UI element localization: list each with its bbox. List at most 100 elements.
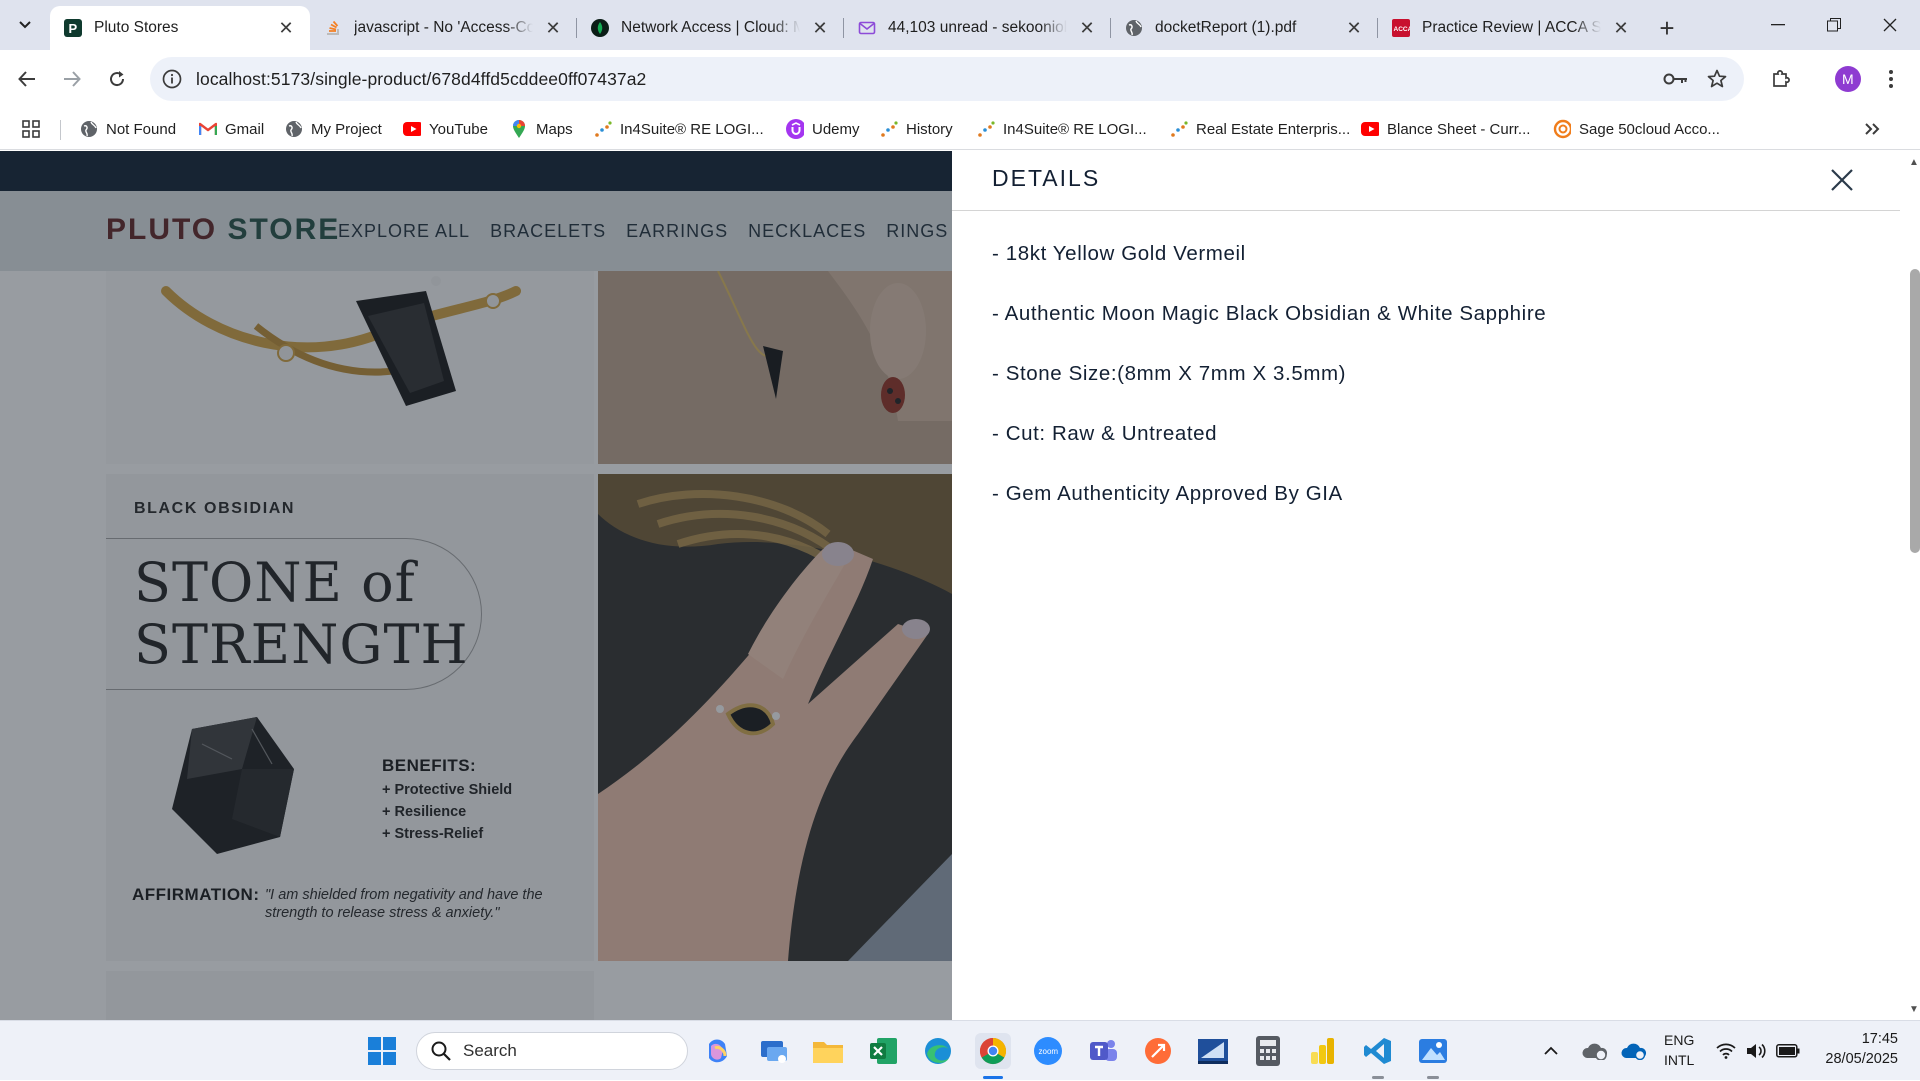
bookmark-item[interactable]: Blance Sheet - Curr... [1361,118,1530,140]
bookmark-item[interactable]: YouTube [403,118,488,140]
globe-icon [80,120,98,138]
tab-acca[interactable]: ACCA Practice Review | ACCA Stu ✕ [1378,6,1645,50]
bookmark-item[interactable]: In4Suite® RE LOGI... [977,118,1147,140]
bookmark-item[interactable]: Gmail [199,118,264,140]
tab-pluto-stores[interactable]: P Pluto Stores ✕ [50,6,310,50]
close-tab-icon[interactable]: ✕ [1611,18,1631,38]
scroll-down-arrow-icon[interactable]: ▼ [1907,1002,1920,1016]
edge-icon[interactable] [920,1033,956,1069]
bookmark-item[interactable]: History [880,118,953,140]
udemy-icon [786,119,804,139]
close-tab-icon[interactable]: ✕ [543,18,563,38]
globe-favicon [1125,19,1143,37]
browser-menu-kebab-icon[interactable] [1888,57,1894,101]
tab-title: Pluto Stores [94,19,179,36]
close-window-icon[interactable] [1862,0,1918,50]
bookmark-label: YouTube [429,120,488,138]
close-tab-icon[interactable]: ✕ [1077,18,1097,38]
password-key-icon[interactable] [1663,57,1689,101]
onedrive-business-icon[interactable] [1621,1021,1647,1081]
volume-icon[interactable] [1745,1021,1767,1081]
in4suite-icon [1170,120,1188,138]
close-icon[interactable] [1825,163,1859,197]
profile-initial: M [1842,71,1854,87]
detail-item: - Gem Authenticity Approved By GIA [992,482,1343,505]
calculator-icon[interactable] [1250,1033,1286,1069]
in4suite-icon [880,120,898,138]
address-bar[interactable]: localhost:5173/single-product/678d4ffd5c… [150,57,1744,101]
bookmark-label: Not Found [106,120,177,138]
gmail-icon [199,120,217,138]
excel-icon[interactable] [866,1033,902,1069]
tab-javascript[interactable]: javascript - No 'Access-Con ✕ [310,6,577,50]
close-tab-icon[interactable]: ✕ [1344,18,1364,38]
bookmark-item[interactable]: Udemy [786,118,860,140]
tab-title: Network Access | Cloud: M [621,19,800,36]
back-arrow-icon[interactable] [11,63,43,95]
restore-window-icon[interactable] [1806,0,1862,50]
bookmark-label: In4Suite® RE LOGI... [620,120,764,138]
forward-arrow-icon[interactable] [56,63,88,95]
input-language-indicator[interactable]: ENG INTL [1664,1030,1694,1070]
bookmark-label: Sage 50cloud Acco... [1579,120,1720,138]
site-info-icon[interactable] [162,69,182,89]
tab-title: 44,103 unread - sekooniol [888,19,1067,36]
close-tab-icon[interactable]: ✕ [810,18,830,38]
show-hidden-icons-chevron-icon[interactable] [1543,1021,1559,1081]
file-explorer-icon[interactable] [810,1033,846,1069]
page-scrollbar-thumb[interactable] [1910,269,1920,553]
detail-item: - Cut: Raw & Untreated [992,422,1218,445]
taskbar-search-box[interactable]: Search [416,1032,688,1070]
bookmark-item[interactable]: In4Suite® RE LOGI... [594,118,764,140]
tab-mail[interactable]: 44,103 unread - sekooniol ✕ [844,6,1111,50]
wifi-icon[interactable] [1716,1021,1736,1081]
bookmark-item[interactable]: Real Estate Enterpris... [1170,118,1350,140]
new-tab-plus-icon[interactable]: + [1649,6,1685,50]
onedrive-personal-icon[interactable] [1582,1021,1608,1081]
scroll-up-arrow-icon[interactable]: ▲ [1907,155,1920,169]
postman-icon[interactable] [1140,1033,1176,1069]
in4suite-icon [977,120,995,138]
minimize-window-icon[interactable] [1750,0,1806,50]
tab-docket-report[interactable]: docketReport (1).pdf ✕ [1111,6,1378,50]
tab-search-chevron-icon[interactable] [10,10,40,40]
profile-avatar[interactable]: M [1835,57,1861,101]
bookmark-label: My Project [311,120,382,138]
chrome-icon[interactable] [975,1033,1011,1069]
page-overlay-backdrop[interactable] [0,151,952,1020]
detail-item: - Authentic Moon Magic Black Obsidian & … [992,302,1547,325]
search-icon [431,1041,451,1061]
extensions-puzzle-icon[interactable] [1771,57,1791,101]
svg-text:ACCA: ACCA [1394,26,1411,33]
tab-title: Practice Review | ACCA Stu [1422,19,1601,36]
power-bi-icon[interactable] [1305,1033,1341,1069]
tab-network-access[interactable]: Network Access | Cloud: M ✕ [577,6,844,50]
stackoverflow-favicon [324,19,342,37]
bookmark-star-icon[interactable] [1707,57,1727,101]
url-text[interactable]: localhost:5173/single-product/678d4ffd5c… [196,69,646,90]
details-drawer: DETAILS - 18kt Yellow Gold Vermeil - Aut… [952,151,1920,1020]
battery-icon[interactable] [1776,1021,1800,1081]
copilot-icon[interactable] [700,1033,736,1069]
zoom-icon[interactable]: zoom [1030,1033,1066,1069]
bookmark-label: Real Estate Enterpris... [1196,120,1351,138]
vscode-icon[interactable] [1360,1033,1396,1069]
bookmark-item[interactable]: Maps [510,118,573,140]
detail-item: - Stone Size:(8mm X 7mm X 3.5mm) [992,362,1347,385]
bookmark-item[interactable]: Sage 50cloud Acco... [1553,118,1720,140]
reload-icon[interactable] [101,63,133,95]
task-view-icon[interactable] [756,1033,792,1069]
more-bookmarks-chevron-icon[interactable] [1864,118,1880,140]
bookmark-item[interactable]: Not Found [80,118,176,140]
bookmark-item[interactable]: My Project [285,118,382,140]
windows-start-icon[interactable] [364,1033,400,1069]
remote-desktop-icon[interactable] [1195,1033,1231,1069]
close-tab-icon[interactable]: ✕ [276,18,296,38]
details-title: DETAILS [992,165,1101,191]
apps-grid-icon[interactable] [22,118,40,140]
photos-app-icon[interactable] [1415,1033,1451,1069]
taskbar-clock[interactable]: 17:45 28/05/2025 [1816,1029,1898,1069]
teams-icon[interactable] [1085,1033,1121,1069]
youtube-icon [1361,120,1379,138]
mongodb-leaf-favicon [591,19,609,37]
